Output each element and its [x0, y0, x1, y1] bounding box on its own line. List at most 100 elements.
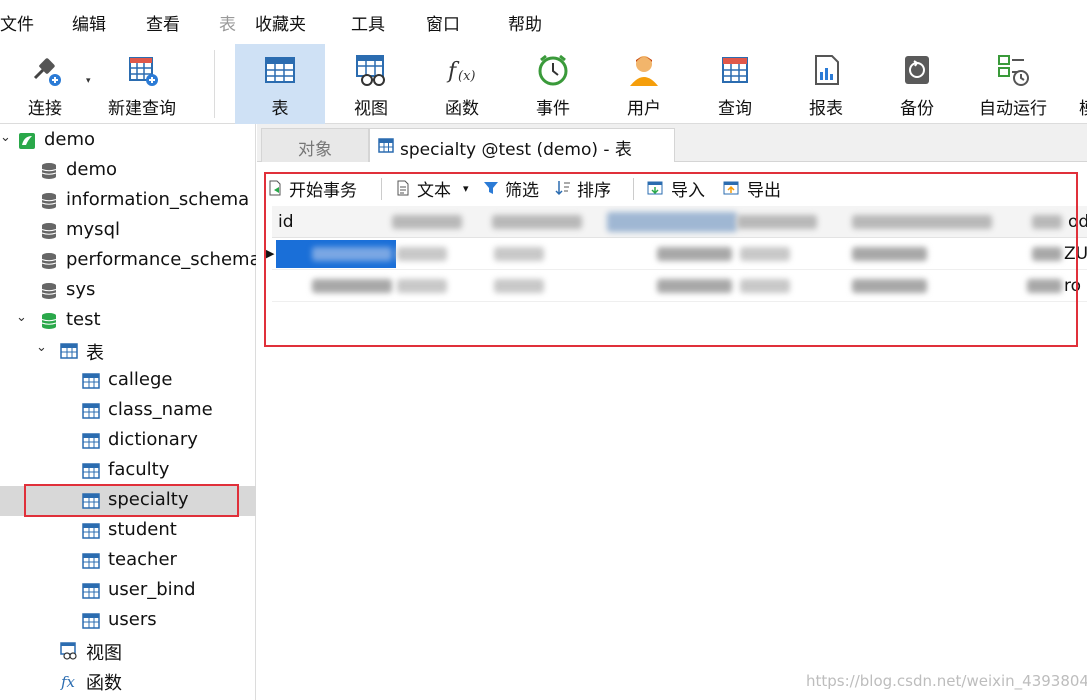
- connect-label: 连接: [28, 99, 62, 119]
- tree-db-test[interactable]: ⌄ test: [0, 306, 256, 336]
- tree-label: users: [108, 609, 157, 630]
- menu-bar: 文件 编辑 查看 表 收藏夹 工具 窗口 帮助: [0, 0, 1087, 44]
- tree-db-demo[interactable]: demo: [0, 156, 256, 186]
- database-icon: [41, 163, 57, 179]
- auto-run-button[interactable]: 自动运行: [963, 44, 1063, 124]
- chevron-down-icon[interactable]: ⌄: [36, 340, 47, 355]
- connect-button[interactable]: 连接: [0, 44, 90, 124]
- svg-text:fx: fx: [60, 673, 76, 690]
- tree-label: sys: [66, 279, 96, 300]
- event-button[interactable]: 事件: [508, 44, 598, 124]
- menu-favorites[interactable]: 收藏夹: [255, 10, 306, 35]
- tree-connection-demo[interactable]: ⌄ demo: [0, 126, 256, 156]
- tree-table-faculty[interactable]: faculty: [0, 456, 256, 486]
- tree-label: dictionary: [108, 429, 198, 450]
- tree-label: 视图: [86, 643, 122, 664]
- menu-table[interactable]: 表: [219, 10, 236, 35]
- user-icon: [630, 56, 658, 86]
- table-button[interactable]: 表: [235, 44, 325, 124]
- tree-db-information-schema[interactable]: information_schema: [0, 186, 256, 216]
- backup-icon: [905, 56, 929, 84]
- svg-text:(x): (x): [458, 69, 475, 84]
- table-icon: [60, 343, 78, 359]
- backup-label: 备份: [900, 99, 934, 119]
- tree-table-class-name[interactable]: class_name: [0, 396, 256, 426]
- tree-label: mysql: [66, 219, 120, 240]
- navigation-tree: ⌄ demo demo information_schema mysql per…: [0, 124, 256, 700]
- user-button[interactable]: 用户: [599, 44, 689, 124]
- menu-tools[interactable]: 工具: [351, 10, 385, 35]
- new-query-icon: [129, 57, 158, 86]
- tab-bar: 对象 specialty @test (demo) - 表: [257, 124, 1087, 162]
- tree-table-callege[interactable]: callege: [0, 366, 256, 396]
- event-label: 事件: [536, 99, 570, 119]
- connect-dropdown-icon[interactable]: ▾: [86, 76, 91, 86]
- tree-table-user-bind[interactable]: user_bind: [0, 576, 256, 606]
- database-icon: [41, 253, 57, 269]
- tree-label: demo: [66, 159, 118, 180]
- database-icon: [41, 223, 57, 239]
- auto-run-icon: [998, 55, 1029, 86]
- tree-table-users[interactable]: users: [0, 606, 256, 636]
- view-button[interactable]: 视图: [326, 44, 416, 124]
- menu-file[interactable]: 文件: [0, 10, 34, 35]
- tab-title: specialty @test (demo) - 表: [400, 140, 632, 160]
- toolbar-separator: [214, 50, 215, 118]
- database-open-icon: [41, 313, 57, 329]
- menu-help[interactable]: 帮助: [508, 10, 542, 35]
- view-label: 视图: [354, 99, 388, 119]
- menu-view[interactable]: 查看: [146, 10, 180, 35]
- chevron-down-icon[interactable]: ⌄: [16, 310, 27, 325]
- connection-icon: [19, 133, 35, 149]
- tree-table-dictionary[interactable]: dictionary: [0, 426, 256, 456]
- tree-label: class_name: [108, 399, 213, 420]
- menu-window[interactable]: 窗口: [426, 10, 460, 35]
- table-icon: [82, 403, 100, 419]
- query-button[interactable]: 查询: [690, 44, 780, 124]
- table-icon: [82, 523, 100, 539]
- table-icon: [378, 138, 394, 153]
- menu-edit[interactable]: 编辑: [72, 10, 106, 35]
- model-label: 模: [1063, 94, 1087, 119]
- tree-db-performance-schema[interactable]: performance_schema: [0, 246, 256, 276]
- new-query-button[interactable]: 新建查询: [97, 44, 187, 124]
- tab-specialty-table[interactable]: specialty @test (demo) - 表: [369, 128, 675, 162]
- table-icon: [82, 613, 100, 629]
- auto-run-label: 自动运行: [979, 99, 1047, 119]
- database-icon: [41, 193, 57, 209]
- tree-label: user_bind: [108, 579, 196, 600]
- view-icon: [60, 642, 77, 660]
- report-button[interactable]: 报表: [781, 44, 871, 124]
- report-label: 报表: [809, 99, 843, 119]
- tree-group-tables[interactable]: ⌄ 表: [0, 336, 256, 366]
- tab-objects[interactable]: 对象: [261, 128, 369, 162]
- alarm-clock-icon: [538, 54, 568, 86]
- watermark: https://blog.csdn.net/weixin_43938045: [806, 672, 1087, 690]
- plug-icon: [33, 58, 61, 86]
- tree-db-mysql[interactable]: mysql: [0, 216, 256, 246]
- query-label: 查询: [718, 99, 752, 119]
- model-button[interactable]: 模: [1063, 44, 1087, 124]
- table-icon: [82, 433, 100, 449]
- tree-table-teacher[interactable]: teacher: [0, 546, 256, 576]
- tree-label: 表: [86, 343, 104, 364]
- chevron-down-icon[interactable]: ⌄: [0, 130, 11, 145]
- function-icon: fx: [60, 673, 76, 690]
- tree-group-functions[interactable]: fx 函数: [0, 666, 256, 696]
- backup-button[interactable]: 备份: [872, 44, 962, 124]
- function-button[interactable]: f (x) 函数: [417, 44, 507, 124]
- user-label: 用户: [627, 99, 661, 119]
- tree-db-sys[interactable]: sys: [0, 276, 256, 306]
- main-toolbar: 连接 ▾ 新建查询 表 视图 f (x) 函数 事件 用户 查询 报表 备份 自…: [0, 44, 1087, 124]
- tree-table-student[interactable]: student: [0, 516, 256, 546]
- table-label: 表: [271, 99, 289, 119]
- tree-label: teacher: [108, 549, 177, 570]
- tree-label: faculty: [108, 459, 170, 480]
- tree-label: student: [108, 519, 177, 540]
- tree-group-views[interactable]: 视图: [0, 636, 256, 666]
- tree-label: callege: [108, 369, 173, 390]
- new-query-label: 新建查询: [108, 99, 176, 119]
- table-icon: [82, 463, 100, 479]
- function-icon: f (x): [446, 59, 475, 84]
- query-icon: [722, 57, 748, 83]
